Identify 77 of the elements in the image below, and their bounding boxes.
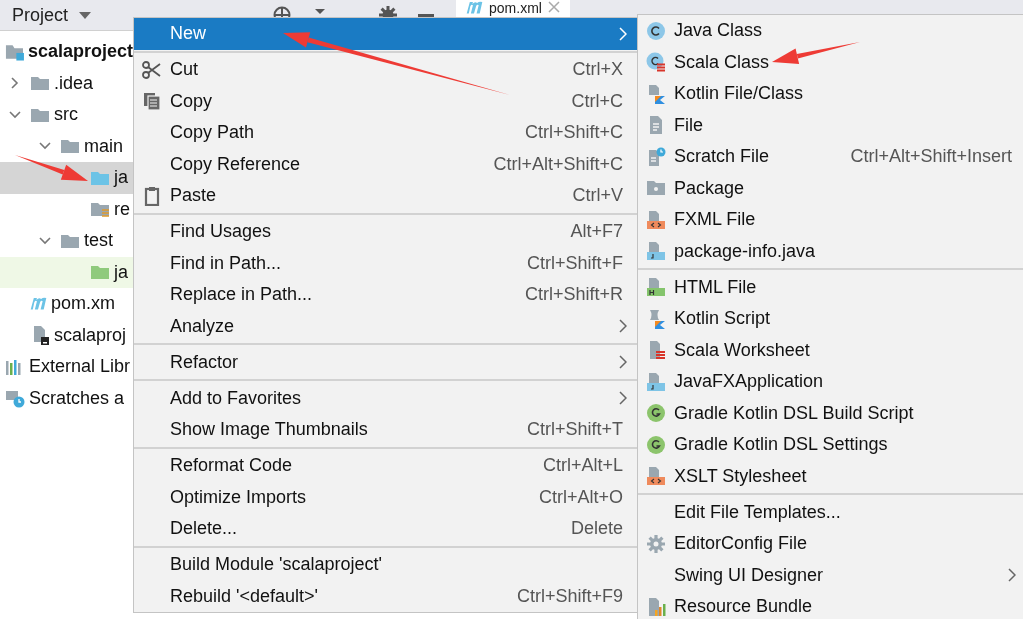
- menu-item[interactable]: Scala Worksheet: [638, 334, 1023, 366]
- menu-item[interactable]: Cut Ctrl+X: [134, 54, 637, 86]
- class-c-icon: [646, 52, 666, 73]
- tree-item-label[interactable]: ja: [114, 261, 128, 283]
- menu-item[interactable]: Optimize Imports Ctrl+Alt+O: [134, 481, 637, 513]
- tree-item-label[interactable]: main: [84, 135, 123, 157]
- tree-item-label[interactable]: .idea: [54, 72, 94, 94]
- menu-item[interactable]: Replace in Path... Ctrl+Shift+R: [134, 279, 637, 311]
- menu-item[interactable]: Build Module 'scalaproject': [134, 549, 637, 581]
- tree-item-label[interactable]: src: [54, 104, 78, 126]
- gradle-g-icon: [646, 403, 666, 424]
- menu-item[interactable]: Edit File Templates...: [638, 496, 1023, 528]
- tree-item-label[interactable]: External Libr: [29, 356, 131, 378]
- tree-item-label[interactable]: re: [114, 198, 130, 220]
- code-file-icon: [646, 466, 666, 487]
- menu-item[interactable]: Delete... Delete: [134, 513, 637, 545]
- tree-item-label[interactable]: test: [84, 230, 113, 252]
- menu-item[interactable]: Analyze: [134, 310, 637, 342]
- java-file-icon: [646, 371, 666, 392]
- tree-row[interactable]: ja: [0, 256, 133, 288]
- menu-item[interactable]: Find Usages Alt+F7: [134, 216, 637, 248]
- tree-item-label[interactable]: scalaproj: [54, 324, 127, 346]
- java-file-icon: [646, 241, 666, 262]
- menu-item[interactable]: File: [638, 109, 1023, 141]
- maven-m-icon: [30, 297, 47, 311]
- settings-icon: [646, 533, 666, 554]
- menu-item[interactable]: Copy Path Ctrl+Shift+C: [134, 117, 637, 149]
- menu-item[interactable]: Copy Ctrl+C: [134, 85, 637, 117]
- menu-item[interactable]: HTML File: [638, 271, 1023, 303]
- menu-item[interactable]: Refactor: [134, 346, 637, 378]
- tree-item-label[interactable]: scalaproject: [27, 41, 133, 63]
- gradle-g-icon: [646, 434, 666, 455]
- menu-item[interactable]: Gradle Kotlin DSL Build Script: [638, 397, 1023, 429]
- panel-title[interactable]: Project: [12, 4, 69, 26]
- menu-item[interactable]: FXML File: [638, 204, 1023, 236]
- menu-item[interactable]: Paste Ctrl+V: [134, 180, 637, 212]
- menu-item[interactable]: Kotlin Script: [638, 303, 1023, 335]
- clipboard-icon: [142, 185, 162, 206]
- menu-item[interactable]: Swing UI Designer: [638, 559, 1023, 591]
- menu-item[interactable]: XSLT Stylesheet: [638, 460, 1023, 492]
- chevron-down-icon[interactable]: [9, 108, 21, 121]
- tree-row[interactable]: re: [0, 193, 133, 225]
- menu-item[interactable]: package-info.java: [638, 235, 1023, 267]
- menu-item[interactable]: Rebuild '<default>' Ctrl+Shift+F9: [134, 580, 637, 612]
- menu-item[interactable]: Kotlin File/Class: [638, 78, 1023, 110]
- chevron-right-icon[interactable]: [9, 77, 21, 90]
- menu-item[interactable]: Resource Bundle: [638, 591, 1023, 619]
- menu-item[interactable]: Package: [638, 172, 1023, 204]
- chevron-down-icon[interactable]: [39, 234, 51, 247]
- dropdown-caret-icon[interactable]: [78, 10, 93, 20]
- tree-item-label[interactable]: pom.xm: [51, 293, 115, 315]
- class-c-icon: [646, 20, 666, 41]
- scratches-icon: [5, 388, 25, 409]
- tree-item-label[interactable]: ja: [114, 167, 128, 189]
- menu-item[interactable]: Reformat Code Ctrl+Alt+L: [134, 450, 637, 482]
- copy-icon: [142, 91, 162, 112]
- menu-item[interactable]: Add to Favorites: [134, 382, 637, 414]
- resource-bundle-icon: [646, 596, 666, 617]
- menu-item[interactable]: New: [134, 18, 637, 50]
- tree-row[interactable]: ja: [0, 162, 133, 194]
- scratch-file-icon: [646, 146, 666, 167]
- menu-item[interactable]: Show Image Thumbnails Ctrl+Shift+T: [134, 414, 637, 446]
- scissors-icon: [142, 59, 162, 80]
- kotlin-file-icon: [646, 83, 666, 104]
- menu-item[interactable]: Scala Class: [638, 46, 1023, 78]
- menu-item[interactable]: EditorConfig File: [638, 528, 1023, 560]
- menu-item[interactable]: Copy Reference Ctrl+Alt+Shift+C: [134, 148, 637, 180]
- menu-item[interactable]: Gradle Kotlin DSL Settings: [638, 429, 1023, 461]
- html-file-icon: [646, 277, 666, 298]
- tree-item-label[interactable]: Scratches a: [29, 387, 125, 409]
- menu-item[interactable]: Scratch File Ctrl+Alt+Shift+Insert: [638, 141, 1023, 173]
- menu-item[interactable]: Find in Path... Ctrl+Shift+F: [134, 247, 637, 279]
- code-file-icon: [646, 209, 666, 230]
- menu-item[interactable]: JavaFXApplication: [638, 366, 1023, 398]
- menu-item[interactable]: Java Class: [638, 15, 1023, 47]
- maven-m-icon: [466, 1, 484, 14]
- close-icon[interactable]: [547, 1, 560, 13]
